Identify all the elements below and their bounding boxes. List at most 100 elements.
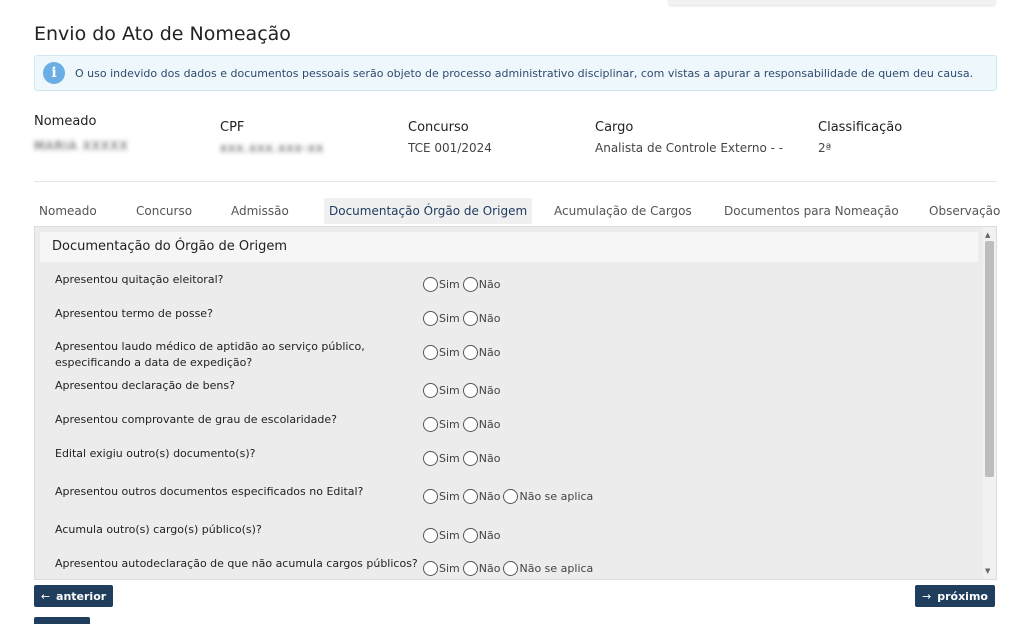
info-cargo-value: Analista de Controle Externo - - <box>595 141 784 155</box>
radio-sim[interactable] <box>423 383 438 398</box>
page-title: Envio do Ato de Nomeação <box>34 23 291 45</box>
scroll-thumb[interactable] <box>985 241 994 477</box>
info-cargo: Cargo Analista de Controle Externo - - <box>595 120 783 155</box>
tab-admissao[interactable]: Admissão <box>226 198 294 224</box>
question-label: Apresentou laudo médico de aptidão ao se… <box>55 340 365 369</box>
question-label: Apresentou comprovante de grau de escola… <box>55 413 337 426</box>
radio-sim-label: Sim <box>439 452 460 465</box>
radio-sim-label: Sim <box>439 418 460 431</box>
radio-sim[interactable] <box>423 489 438 504</box>
top-dropdown-edge <box>668 0 996 5</box>
tab-documentos-nomeacao[interactable]: Documentos para Nomeação <box>719 198 904 224</box>
tab-observacao[interactable]: Observação <box>924 198 1005 224</box>
arrow-right-icon: → <box>922 589 932 603</box>
question-label: Apresentou declaração de bens? <box>55 379 235 392</box>
info-concurso-label: Concurso <box>408 120 469 135</box>
radio-nao-se-aplica[interactable] <box>503 489 519 504</box>
radio-sim-label: Sim <box>439 346 460 359</box>
panel-title: Documentação do Órgão de Origem <box>40 232 978 262</box>
radio-sim[interactable] <box>423 311 438 326</box>
radio-nao-label: Não <box>478 312 501 325</box>
radio-nao-label: Não <box>478 384 501 397</box>
radio-sim-label: Sim <box>439 490 460 503</box>
radio-sim[interactable] <box>423 277 438 292</box>
radio-sim-label: Sim <box>439 278 460 291</box>
radio-sim[interactable] <box>423 528 438 543</box>
question-options: Sim Não <box>423 383 503 398</box>
arrow-left-icon: ← <box>40 589 51 603</box>
tab-acumulacao-cargos[interactable]: Acumulação de Cargos <box>549 198 697 224</box>
radio-nao[interactable] <box>462 561 478 576</box>
question-label: Acumula outro(s) cargo(s) público(s)? <box>55 523 262 536</box>
radio-nao-label: Não <box>478 346 501 359</box>
radio-nao[interactable] <box>462 489 478 504</box>
info-cargo-label: Cargo <box>595 120 634 135</box>
radio-nao[interactable] <box>462 277 478 292</box>
question-options: Sim Não <box>423 277 503 292</box>
radio-nao-label: Não <box>478 529 501 542</box>
alert-text: O uso indevido dos dados e documentos pe… <box>75 66 974 80</box>
radio-sim[interactable] <box>423 345 438 360</box>
radio-nao[interactable] <box>462 383 478 398</box>
scroll-up-arrow-icon[interactable]: ▲ <box>985 231 990 239</box>
radio-nao-se-aplica[interactable] <box>503 561 519 576</box>
panel-scrollbar[interactable]: ▲ ▼ <box>983 227 996 579</box>
info-concurso-value: TCE 001/2024 <box>408 141 492 155</box>
anterior-button-label: anterior <box>56 589 107 603</box>
info-cpf: CPF xxx.xxx.xxx-xx <box>220 120 324 155</box>
question-label: Apresentou autodeclaração de que não acu… <box>55 557 418 570</box>
question-options: Sim Não <box>423 311 503 326</box>
radio-nao-label: Não <box>478 418 501 431</box>
radio-sim[interactable] <box>423 451 438 466</box>
info-concurso: Concurso TCE 001/2024 <box>408 120 492 155</box>
documentacao-panel: Documentação do Órgão de Origem Apresent… <box>34 226 997 580</box>
radio-sim[interactable] <box>423 561 438 576</box>
info-classificacao: Classificação 2ª <box>818 120 902 155</box>
tab-documentacao-orgao-origem[interactable]: Documentação Órgão de Origem <box>324 198 533 224</box>
scroll-down-arrow-icon[interactable]: ▼ <box>985 567 990 575</box>
radio-nao-label: Não <box>478 562 501 575</box>
radio-sim[interactable] <box>423 417 438 432</box>
question-options: Sim Não Não se aplica <box>423 561 596 576</box>
proximo-button-label: próximo <box>937 589 988 603</box>
info-nomeado: Nomeado MARIA XXXXX <box>34 114 129 153</box>
question-options: Sim Não <box>423 528 503 543</box>
proximo-button[interactable]: → próximo <box>915 585 995 607</box>
radio-nao-label: Não <box>478 278 501 291</box>
question-options: Sim Não Não se aplica <box>423 489 596 504</box>
question-options: Sim Não <box>423 451 503 466</box>
question-options: Sim Não <box>423 345 503 360</box>
question-label: Apresentou quitação eleitoral? <box>55 273 224 286</box>
radio-nao-se-aplica-label: Não se aplica <box>519 562 594 575</box>
nomeado-info: Nomeado MARIA XXXXX CPF xxx.xxx.xxx-xx C… <box>34 114 997 164</box>
radio-nao[interactable] <box>462 417 478 432</box>
radio-nao[interactable] <box>462 311 478 326</box>
info-classificacao-value: 2ª <box>818 141 832 155</box>
question-label: Apresentou termo de posse? <box>55 307 213 320</box>
info-cpf-label: CPF <box>220 120 245 135</box>
question-options: Sim Não <box>423 417 503 432</box>
radio-nao-label: Não <box>478 490 501 503</box>
radio-nao[interactable] <box>462 451 478 466</box>
info-cpf-value: xxx.xxx.xxx-xx <box>220 141 325 155</box>
radio-nao-label: Não <box>478 452 501 465</box>
question-label: Edital exigiu outro(s) documento(s)? <box>55 447 256 460</box>
tab-concurso[interactable]: Concurso <box>131 198 197 224</box>
tab-bar: Nomeado Concurso Admissão Documentação Ó… <box>34 198 1000 224</box>
divider <box>34 181 997 182</box>
anterior-button[interactable]: ← anterior <box>34 585 113 607</box>
radio-sim-label: Sim <box>439 562 460 575</box>
radio-sim-label: Sim <box>439 384 460 397</box>
info-icon: i <box>43 62 65 84</box>
radio-sim-label: Sim <box>439 529 460 542</box>
info-nomeado-label: Nomeado <box>34 114 97 129</box>
radio-nao-se-aplica-label: Não se aplica <box>519 490 594 503</box>
partially-visible-button[interactable] <box>34 617 90 624</box>
radio-sim-label: Sim <box>439 312 460 325</box>
radio-nao[interactable] <box>462 345 478 360</box>
info-nomeado-value: MARIA XXXXX <box>34 139 129 153</box>
radio-nao[interactable] <box>462 528 478 543</box>
tab-nomeado[interactable]: Nomeado <box>34 198 102 224</box>
alert-banner: i O uso indevido dos dados e documentos … <box>34 55 997 91</box>
question-label: Apresentou outros documentos especificad… <box>55 485 364 498</box>
